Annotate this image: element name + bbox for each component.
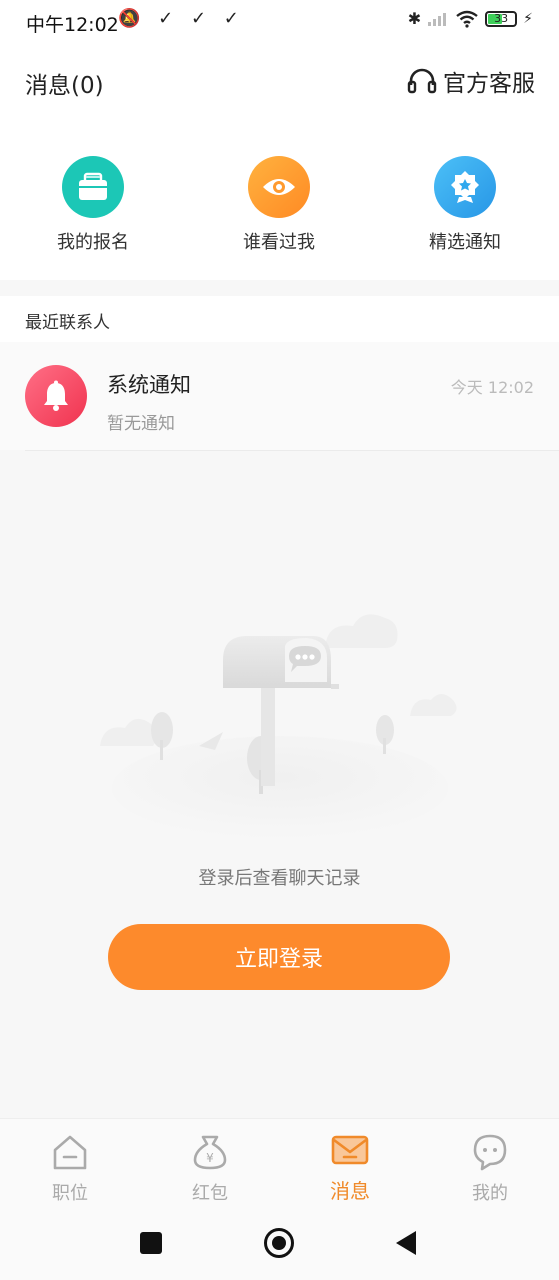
contact-time: 今天 12:02	[450, 378, 534, 397]
tab-label: 红包	[192, 1183, 228, 1204]
home-button[interactable]	[264, 1228, 294, 1258]
recent-contacts-header: 最近联系人	[0, 296, 559, 342]
tab-red-packet[interactable]: ¥ 红包	[160, 1133, 260, 1205]
empty-state-text: 登录后查看聊天记录	[198, 868, 361, 889]
tab-label: 职位	[52, 1183, 88, 1204]
empty-mailbox-illustration	[100, 614, 457, 840]
customer-service-label: 官方客服	[443, 71, 535, 97]
page-title: 消息(0)	[25, 73, 104, 99]
shortcut-my-applications[interactable]: 我的报名	[23, 156, 163, 254]
header: 消息(0) 官方客服	[0, 44, 559, 120]
status-time: 中午12:02	[26, 14, 119, 36]
bell-icon	[25, 365, 87, 427]
section-title: 最近联系人	[25, 313, 110, 333]
shortcut-panel: 我的报名 谁看过我 精选通知	[0, 120, 559, 280]
customer-service-button[interactable]: 官方客服	[407, 64, 535, 98]
tab-label: 我的	[472, 1183, 508, 1204]
status-bar: 中午12:02 🔕 ✓ ✓ ✓ ✱ 33 ⚡	[0, 0, 559, 44]
system-icons: ✱ 33 ⚡	[408, 9, 533, 28]
system-nav-bar	[0, 1214, 559, 1280]
bottom-tab-bar: 职位 ¥ 红包 消息 我的	[0, 1118, 559, 1215]
battery-icon: 33	[485, 10, 518, 27]
bluetooth-icon: ✱	[407, 9, 422, 28]
back-button[interactable]	[394, 1230, 418, 1256]
check-icons: ✓ ✓ ✓	[158, 8, 245, 29]
headset-icon	[407, 68, 437, 94]
notification-icons: 🔕 ✓ ✓ ✓	[118, 8, 245, 29]
mute-icon: 🔕	[118, 8, 147, 29]
contact-last-message: 暂无通知	[107, 414, 175, 434]
contact-name: 系统通知	[107, 373, 191, 397]
signal-icon	[428, 12, 447, 26]
shortcut-label: 谁看过我	[243, 232, 315, 253]
shortcut-label: 我的报名	[57, 232, 129, 253]
shortcut-featured-notices[interactable]: 精选通知	[395, 156, 535, 254]
tab-messages[interactable]: 消息	[300, 1133, 400, 1204]
svg-text:¥: ¥	[206, 1151, 214, 1165]
recent-apps-button[interactable]	[140, 1232, 162, 1254]
login-button[interactable]: 立即登录	[108, 924, 450, 990]
shortcut-label: 精选通知	[429, 232, 501, 253]
tab-label: 消息	[330, 1179, 370, 1203]
battery-level: 33	[494, 11, 509, 25]
wifi-icon	[456, 10, 478, 28]
money-bag-icon: ¥	[193, 1135, 227, 1170]
tab-mine[interactable]: 我的	[440, 1133, 540, 1205]
briefcase-icon	[62, 156, 124, 218]
eye-icon	[248, 156, 310, 218]
badge-icon	[434, 156, 496, 218]
face-icon	[473, 1134, 507, 1171]
divider	[25, 450, 559, 451]
tab-jobs[interactable]: 职位	[20, 1133, 120, 1205]
charging-icon: ⚡	[523, 10, 533, 27]
envelope-icon	[331, 1135, 369, 1165]
house-icon	[53, 1135, 87, 1170]
contact-item-system-notice[interactable]: 系统通知 暂无通知 今天 12:02	[0, 342, 559, 450]
shortcut-who-viewed-me[interactable]: 谁看过我	[209, 156, 349, 254]
